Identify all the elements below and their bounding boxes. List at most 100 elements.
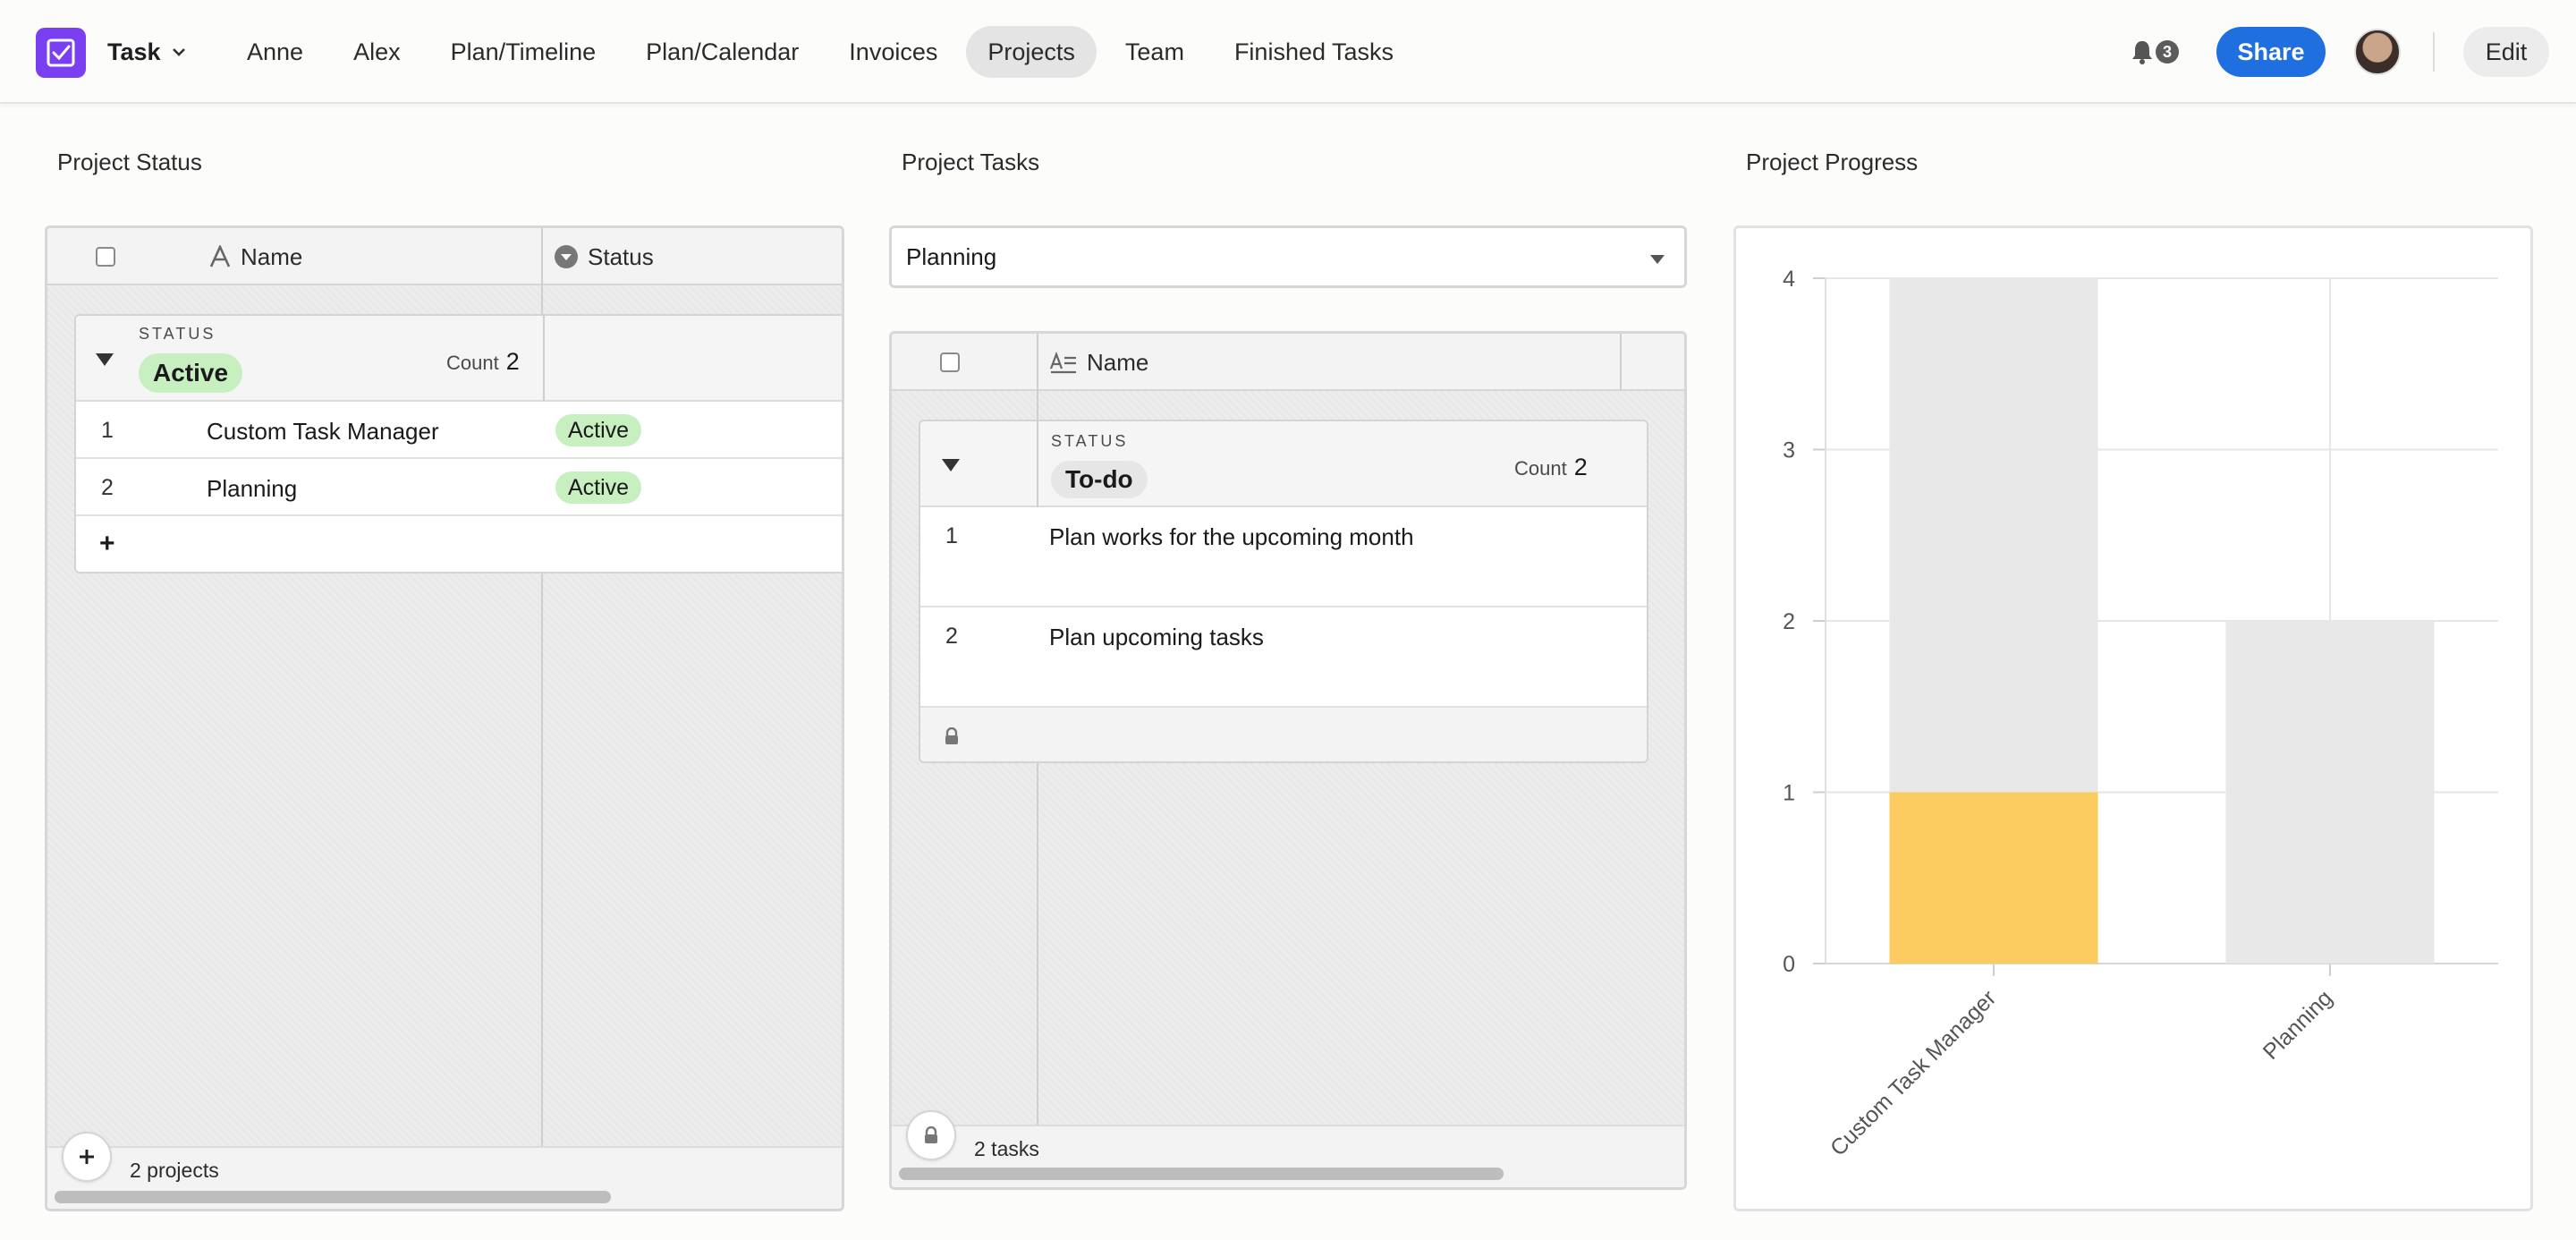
task-name-cell[interactable]: Plan upcoming tasks xyxy=(1049,624,1264,651)
edit-button[interactable]: Edit xyxy=(2463,27,2549,77)
select-all-checkbox[interactable] xyxy=(96,247,115,267)
y-tick-label: 3 xyxy=(1783,438,1795,463)
row-number: 1 xyxy=(101,418,114,443)
x-tick-label: Custom Task Manager xyxy=(1826,985,2001,1160)
tab-finished-tasks[interactable]: Finished Tasks xyxy=(1213,26,1415,78)
tab-plan-calendar[interactable]: Plan/Calendar xyxy=(624,26,820,78)
y-tick-label: 4 xyxy=(1783,267,1795,292)
record-count: 2 tasks xyxy=(974,1137,1039,1160)
group-status-pill: To-do xyxy=(1051,461,1148,498)
share-button[interactable]: Share xyxy=(2216,27,2326,77)
dropdown-arrow-icon xyxy=(1650,255,1665,264)
select-value: Planning xyxy=(906,242,997,270)
remaining-bar xyxy=(2225,621,2435,964)
tab-alex[interactable]: Alex xyxy=(332,26,422,78)
user-avatar[interactable] xyxy=(2354,29,2401,75)
lock-icon xyxy=(945,727,958,744)
completed-bar xyxy=(1889,792,2098,964)
lock-icon xyxy=(925,1126,937,1143)
group-kicker: STATUS xyxy=(1051,432,1129,450)
notifications-button[interactable]: 3 xyxy=(2131,36,2179,68)
project-tasks-grid: Name STATUS To-do Count 2 1 Plan works f… xyxy=(889,331,1687,1190)
column-label: Name xyxy=(1087,348,1149,376)
grid-footer: 2 projects xyxy=(47,1146,842,1209)
tab-label: Plan/Timeline xyxy=(450,38,597,65)
count-value: 2 xyxy=(505,348,520,375)
collapse-caret-icon[interactable] xyxy=(942,459,960,471)
add-row[interactable]: + xyxy=(76,516,842,572)
edit-label: Edit xyxy=(2485,38,2528,65)
notification-count-badge: 3 xyxy=(2156,40,2179,64)
app-logo-icon[interactable] xyxy=(36,28,86,78)
y-tick-label: 2 xyxy=(1783,609,1795,634)
count-value: 2 xyxy=(1573,454,1588,480)
project-status-title: Project Status xyxy=(57,149,202,175)
grid-header: Name Status xyxy=(47,228,842,285)
grid-footer: 2 tasks xyxy=(892,1125,1684,1187)
x-tick-label: Planning xyxy=(2258,985,2338,1065)
select-all-cell xyxy=(940,334,960,391)
collapse-caret-icon[interactable] xyxy=(96,353,114,366)
chevron-down-icon xyxy=(172,48,185,56)
table-row[interactable]: 2 Planning Active xyxy=(76,459,842,516)
table-row[interactable]: 1 Plan works for the upcoming month xyxy=(920,507,1647,607)
tab-team[interactable]: Team xyxy=(1104,26,1206,78)
status-group-todo: STATUS To-do Count 2 1 Plan works for th… xyxy=(919,420,1648,763)
tab-anne[interactable]: Anne xyxy=(225,26,325,78)
tab-invoices[interactable]: Invoices xyxy=(827,26,959,78)
app-switcher[interactable]: Task xyxy=(107,34,186,70)
count-label: Count xyxy=(446,352,499,374)
group-header: STATUS To-do Count 2 xyxy=(920,421,1647,507)
table-row[interactable]: 1 Custom Task Manager Active xyxy=(76,402,842,459)
row-number: 2 xyxy=(945,624,958,649)
horizontal-scrollbar[interactable] xyxy=(55,1191,611,1203)
tab-label: Plan/Calendar xyxy=(646,38,800,65)
group-kicker: STATUS xyxy=(139,325,216,343)
name-column-header[interactable]: Name xyxy=(208,228,302,285)
project-filter-select[interactable]: Planning xyxy=(889,225,1687,288)
status-chip[interactable]: Active xyxy=(555,471,642,504)
add-record-button[interactable] xyxy=(62,1132,112,1182)
toolbar-divider xyxy=(2433,32,2435,72)
tab-label: Finished Tasks xyxy=(1233,38,1394,65)
column-label: Name xyxy=(241,242,303,270)
row-number: 2 xyxy=(101,475,114,500)
tab-label: Alex xyxy=(353,38,401,65)
status-group-active: STATUS Active Count 2 1 Custom Task Mana… xyxy=(74,314,842,573)
task-name-cell[interactable]: Plan works for the upcoming month xyxy=(1049,523,1414,551)
progress-bar-chart: 0 1 2 3 4 Custom Task Manager Planning xyxy=(1783,267,2498,1161)
long-text-icon xyxy=(1049,351,1076,374)
project-name-cell[interactable]: Custom Task Manager xyxy=(207,418,439,446)
tab-label: Invoices xyxy=(849,38,938,65)
group-count: Count 2 xyxy=(1514,454,1588,481)
tab-label: Anne xyxy=(247,38,304,65)
add-row-plus-icon[interactable]: + xyxy=(99,529,115,559)
project-progress-chart-panel: 0 1 2 3 4 Custom Task Manager Planning xyxy=(1733,225,2533,1211)
tab-label: Team xyxy=(1124,38,1184,65)
column-divider xyxy=(1620,334,1622,391)
tab-projects[interactable]: Projects xyxy=(966,26,1097,78)
table-row[interactable]: 2 Plan upcoming tasks xyxy=(920,607,1647,708)
locked-add-button xyxy=(906,1110,956,1160)
grid-header: Name xyxy=(892,334,1684,391)
record-count: 2 projects xyxy=(130,1159,219,1182)
group-status-pill: Active xyxy=(139,353,243,393)
select-all-cell xyxy=(96,228,115,285)
project-progress-title: Project Progress xyxy=(1746,149,1919,175)
status-column-header[interactable]: Status xyxy=(554,228,654,285)
project-name-cell[interactable]: Planning xyxy=(207,475,297,503)
nav-tabs: Anne Alex Plan/Timeline Plan/Calendar In… xyxy=(225,26,1415,78)
top-nav-bar: Task Anne Alex Plan/Timeline Plan/Calend… xyxy=(0,0,2576,104)
group-count: Count 2 xyxy=(446,348,520,376)
column-label: Status xyxy=(588,242,654,270)
horizontal-scrollbar[interactable] xyxy=(899,1168,1504,1180)
app-name-label: Task xyxy=(107,38,161,65)
bell-icon xyxy=(2132,41,2152,64)
tab-plan-timeline[interactable]: Plan/Timeline xyxy=(429,26,618,78)
remaining-bar xyxy=(1889,278,2098,793)
select-all-checkbox[interactable] xyxy=(940,352,960,372)
row-number: 1 xyxy=(945,523,958,548)
name-column-header[interactable]: Name xyxy=(1049,334,1148,391)
status-chip[interactable]: Active xyxy=(555,414,642,446)
y-tick-label: 0 xyxy=(1783,952,1795,977)
